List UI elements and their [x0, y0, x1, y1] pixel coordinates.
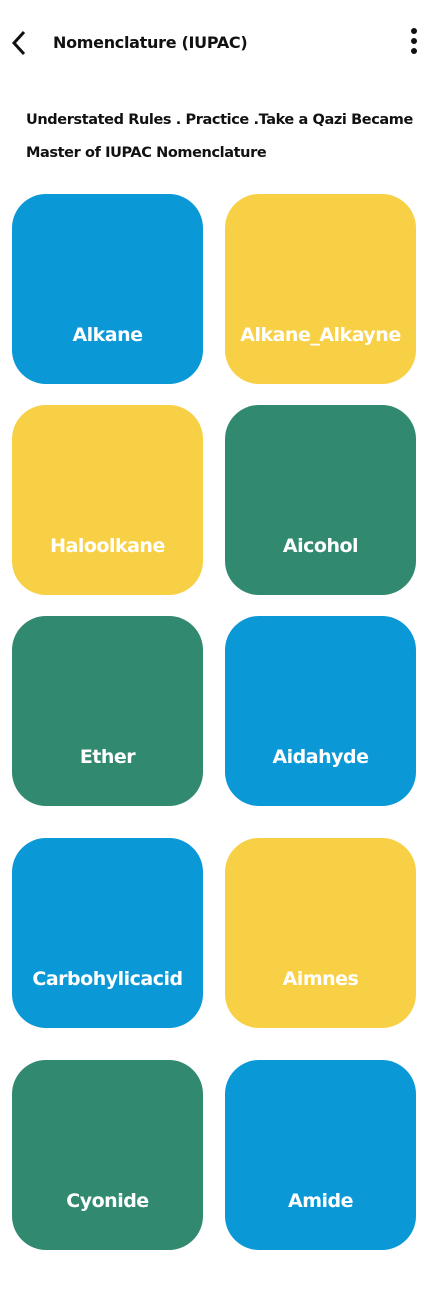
tile-label: Cyonide	[66, 1190, 149, 1212]
topic-tile-alkane[interactable]: Alkane	[12, 194, 203, 384]
tile-label: Amide	[287, 1190, 354, 1212]
description-text: Understated Rules . Practice .Take a Qaz…	[26, 112, 413, 161]
topic-tile-ether[interactable]: Ether	[12, 616, 203, 806]
tile-label: Haloolkane	[50, 535, 165, 557]
topic-tile-amide[interactable]: Amide	[225, 1060, 416, 1250]
topic-tile-aimnes[interactable]: Aimnes	[225, 838, 416, 1028]
back-button[interactable]	[8, 28, 32, 58]
app-bar: Nomenclature (IUPAC)	[0, 0, 428, 86]
more-vertical-icon	[411, 28, 417, 34]
tile-label: Aidahyde	[272, 746, 369, 768]
topic-tile-alkane-alkayne[interactable]: Alkane_Alkayne	[225, 194, 416, 384]
tile-label: Carbohylicacid	[32, 968, 183, 990]
tile-label: Alkane	[72, 324, 143, 346]
chevron-left-icon	[11, 30, 26, 56]
topic-tile-haloolkane[interactable]: Haloolkane	[12, 405, 203, 595]
topic-tile-cyonide[interactable]: Cyonide	[12, 1060, 203, 1250]
page-title: Nomenclature (IUPAC)	[53, 33, 248, 52]
topic-tile-aicohol[interactable]: Aicohol	[225, 405, 416, 595]
more-options-button[interactable]	[404, 28, 424, 60]
topic-tile-carbohylicacid[interactable]: Carbohylicacid	[12, 838, 203, 1028]
topic-tile-aidahyde[interactable]: Aidahyde	[225, 616, 416, 806]
tile-label: Alkane_Alkayne	[240, 324, 401, 346]
tile-label: Ether	[79, 746, 136, 768]
tile-label: Aimnes	[282, 968, 359, 990]
tile-label: Aicohol	[282, 535, 359, 557]
